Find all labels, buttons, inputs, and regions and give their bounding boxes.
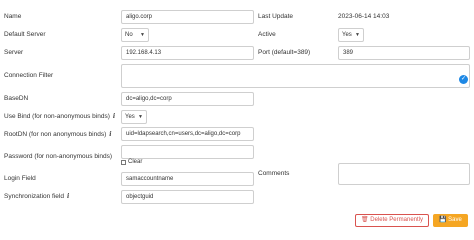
- port-label: Port (default=389): [258, 49, 311, 56]
- sync-field-label-text: Synchronization field: [4, 193, 64, 200]
- chevron-down-icon: ▼: [140, 32, 145, 38]
- use-bind-select[interactable]: Yes ▼: [121, 110, 147, 124]
- use-bind-label-text: Use Bind (for non-anonymous binds): [4, 113, 110, 120]
- connection-filter-label: Connection Filter: [4, 72, 54, 79]
- sync-field-input[interactable]: objectguid: [121, 190, 254, 204]
- comments-label: Comments: [258, 170, 290, 177]
- default-server-label: Default Server: [4, 31, 46, 38]
- basedn-input[interactable]: dc=aligo,dc=corp: [121, 92, 254, 106]
- save-icon: 💾: [439, 217, 447, 223]
- info-icon[interactable]: i: [67, 193, 69, 200]
- info-icon[interactable]: i: [109, 131, 111, 138]
- name-input[interactable]: aligo.corp: [121, 10, 254, 24]
- rootdn-label: RootDN (for non anonymous binds) i: [4, 130, 112, 139]
- basedn-label: BaseDN: [4, 95, 29, 102]
- active-select[interactable]: Yes ▼: [338, 28, 364, 42]
- clear-label: Clear: [128, 159, 143, 165]
- default-server-value: No: [125, 32, 133, 38]
- clear-password-checkbox[interactable]: [121, 160, 126, 165]
- last-update-label: Last Update: [258, 13, 294, 20]
- info-icon[interactable]: i: [113, 113, 115, 120]
- active-value: Yes: [342, 32, 352, 38]
- use-bind-label: Use Bind (for non-anonymous binds) i: [4, 112, 115, 121]
- last-update-value: 2023-06-14 14:03: [338, 13, 390, 20]
- rootdn-input[interactable]: uid=ldapsearch,cn=users,dc=aligo,dc=corp: [121, 127, 254, 141]
- comments-textarea[interactable]: [338, 163, 470, 185]
- rootdn-label-text: RootDN (for non anonymous binds): [4, 131, 107, 138]
- trash-icon: 🗑: [361, 217, 369, 223]
- password-input[interactable]: [121, 145, 254, 159]
- login-field-input[interactable]: samaccountname: [121, 172, 254, 186]
- server-input[interactable]: 192.168.4.13: [121, 46, 254, 60]
- connection-filter-textarea[interactable]: [121, 64, 470, 88]
- save-button-label: Save: [448, 217, 462, 223]
- login-field-label: Login Field: [4, 175, 36, 182]
- chevron-down-icon: ▼: [138, 114, 143, 120]
- save-button[interactable]: 💾 Save: [433, 214, 468, 227]
- delete-permanently-button[interactable]: 🗑 Delete Permanently: [355, 214, 429, 227]
- chevron-down-icon: ▼: [355, 32, 360, 38]
- sync-field-label: Synchronization field i: [4, 192, 69, 201]
- port-input[interactable]: 389: [338, 46, 470, 60]
- name-label: Name: [4, 13, 22, 20]
- use-bind-value: Yes: [125, 114, 135, 120]
- password-label: Password (for non-anonymous binds): [4, 153, 113, 160]
- check-icon: ✓: [459, 75, 468, 84]
- delete-button-label: Delete Permanently: [370, 217, 423, 223]
- server-label: Server: [4, 49, 24, 56]
- default-server-select[interactable]: No ▼: [121, 28, 149, 42]
- active-label: Active: [258, 31, 276, 38]
